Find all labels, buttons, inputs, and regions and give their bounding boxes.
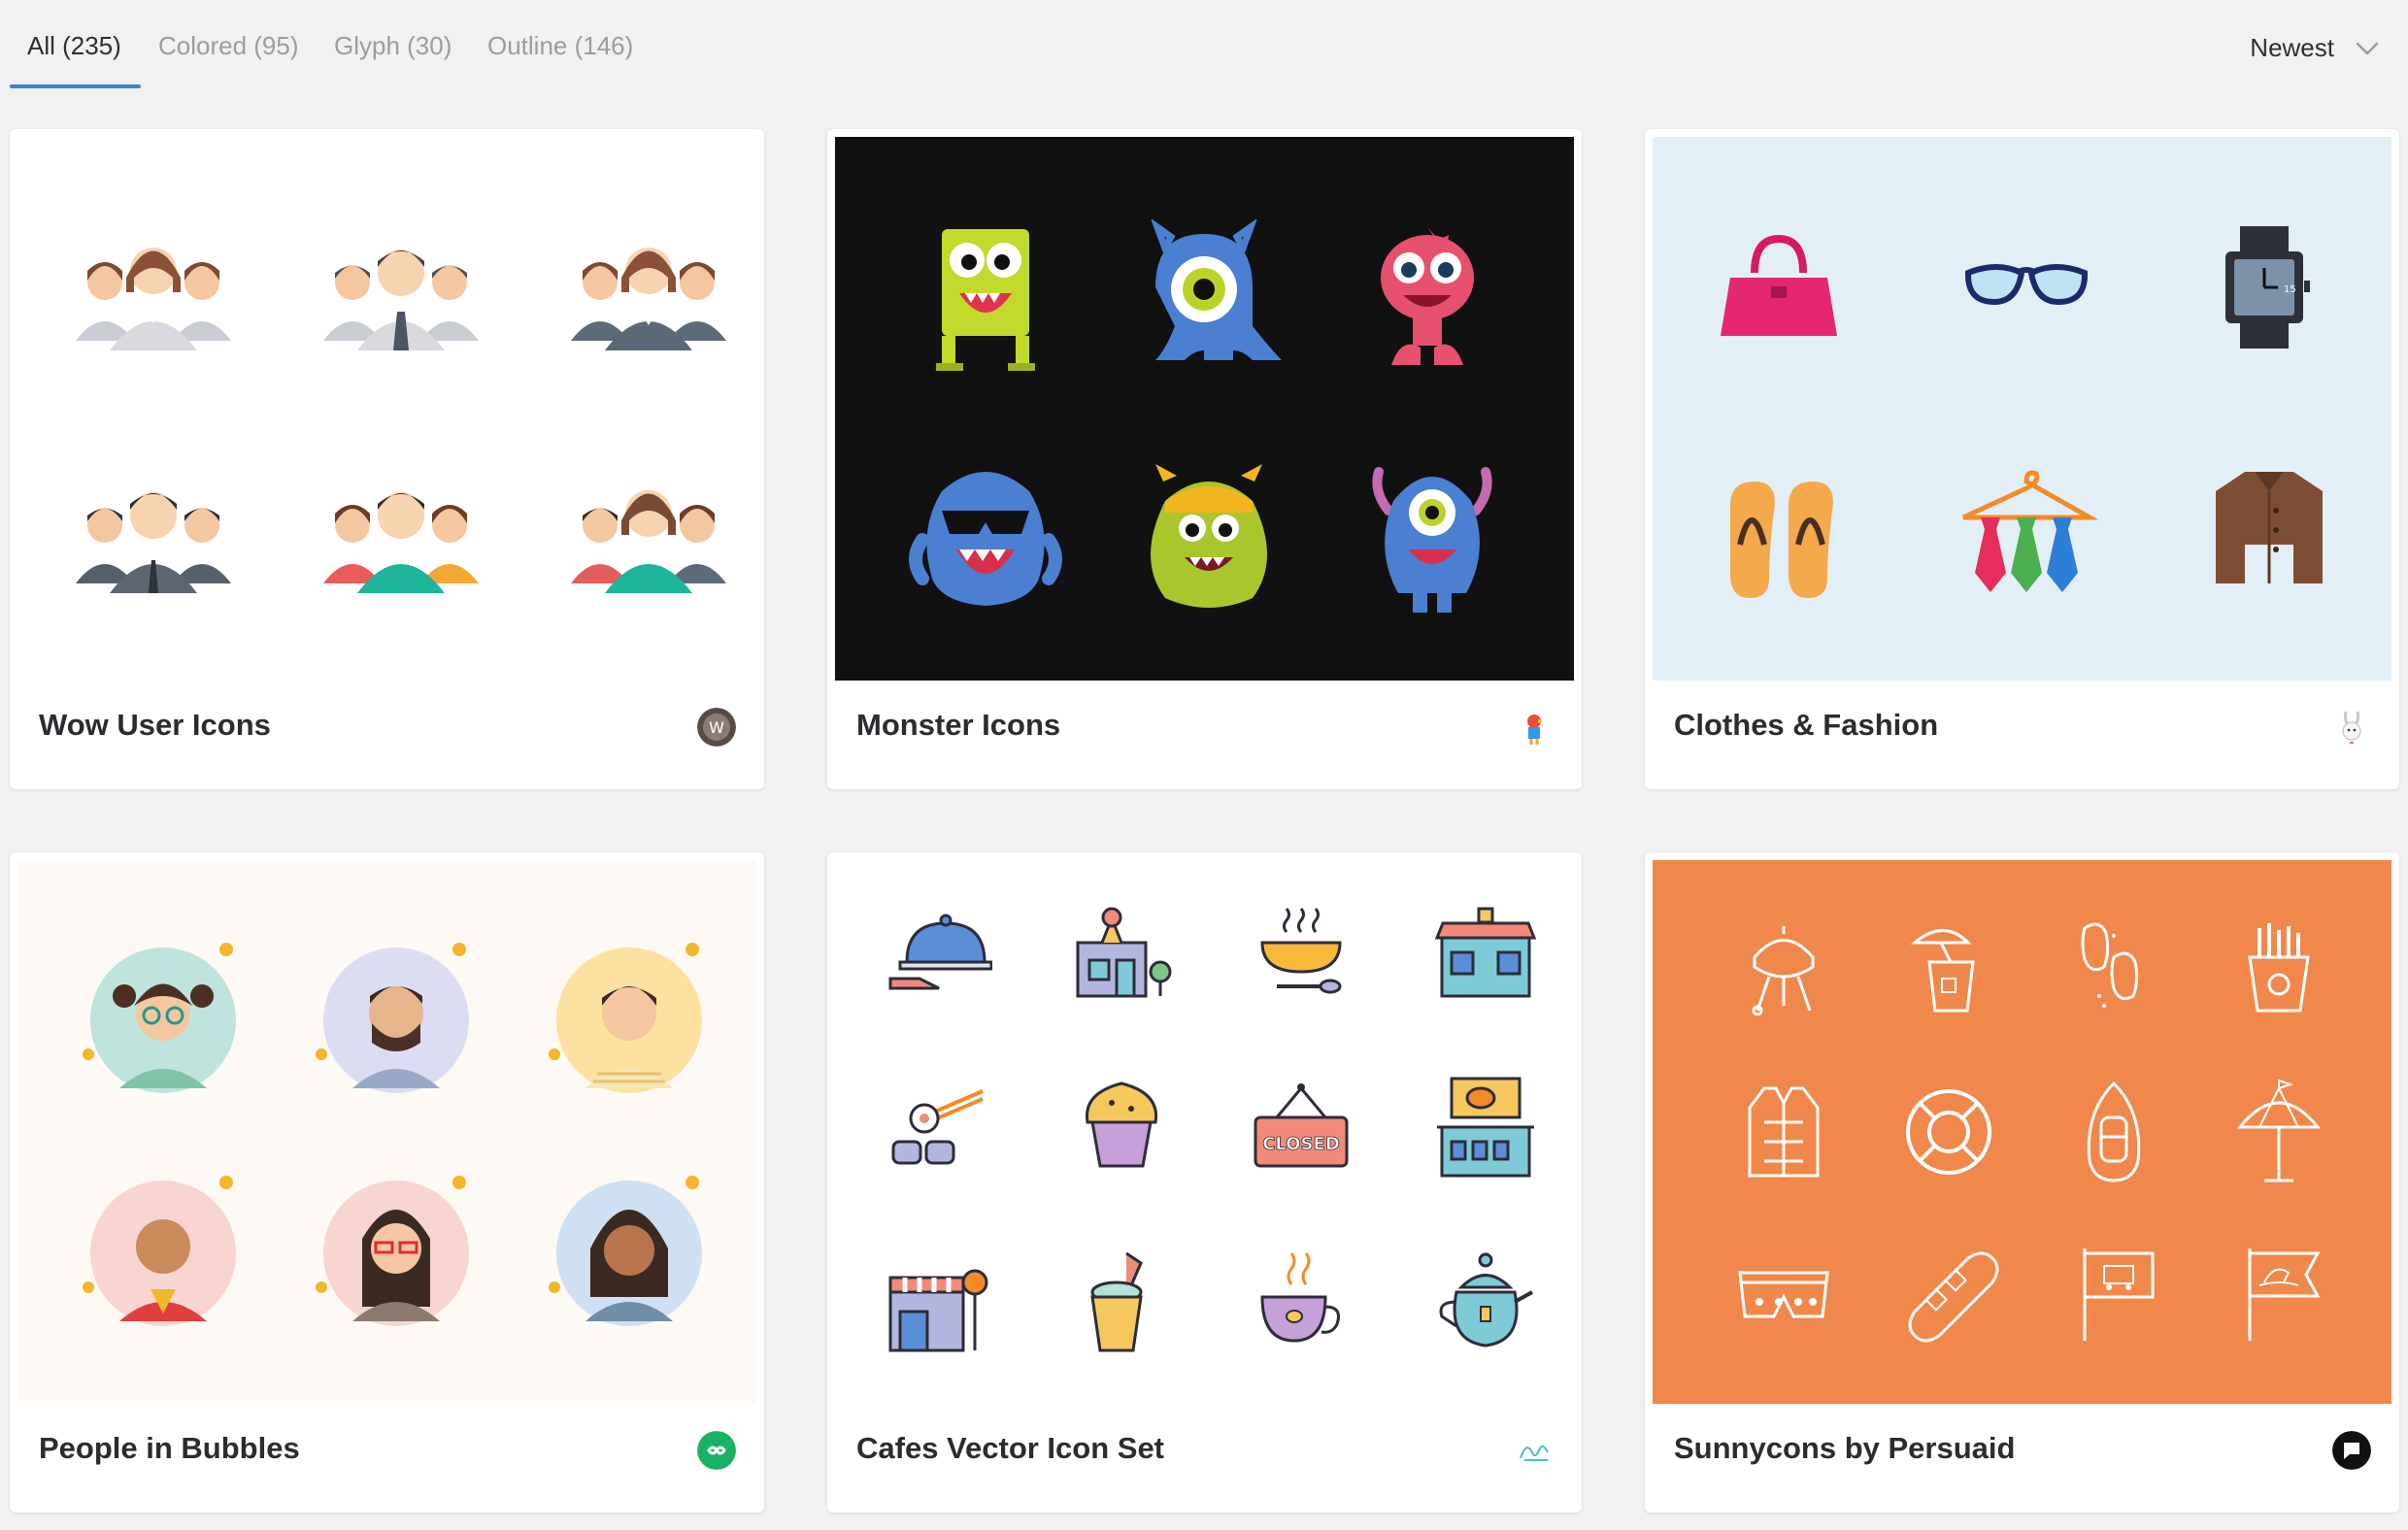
hanger-ties-icon bbox=[1961, 470, 2099, 592]
pack-title: Wow User Icons bbox=[39, 708, 271, 742]
svg-text:15: 15 bbox=[2284, 284, 2296, 295]
glasses-woman-avatar-icon bbox=[316, 1176, 469, 1326]
tab-all-label: All (235) bbox=[27, 31, 121, 60]
skateboard-icon bbox=[1908, 1251, 1999, 1343]
blue-sunglasses-monster-icon bbox=[909, 472, 1062, 606]
flag-ship-icon bbox=[2083, 1248, 2155, 1341]
business-women-icon bbox=[571, 248, 726, 350]
pack-title: Monster Icons bbox=[856, 708, 1061, 742]
pack-title: Clothes & Fashion bbox=[1674, 708, 1939, 742]
colored-team-icon bbox=[323, 492, 479, 593]
pack-card-wow-user-icons[interactable]: Wow User Icons W bbox=[10, 129, 764, 789]
flip-flops-outline-icon bbox=[2081, 922, 2139, 1008]
teapot-icon bbox=[1439, 1252, 1533, 1347]
pack-preview bbox=[1653, 860, 2391, 1404]
tab-glyph-label: Glyph (30) bbox=[334, 31, 452, 60]
swim-shorts-icon bbox=[1738, 1271, 1829, 1318]
surfboard-boat-icon bbox=[2087, 1081, 2141, 1182]
tab-glyph[interactable]: Glyph (30) bbox=[334, 31, 452, 89]
sushi-chopsticks-icon bbox=[891, 1089, 984, 1165]
men-group-icon bbox=[323, 249, 479, 350]
beach-umbrella-icon bbox=[2236, 1079, 2322, 1182]
bbq-grill-icon bbox=[1752, 926, 1815, 1015]
handbag-icon bbox=[1721, 234, 1837, 336]
lifebuoy-icon bbox=[1906, 1089, 1991, 1175]
ice-cream-shop-icon bbox=[1076, 907, 1172, 998]
tab-outline-label: Outline (146) bbox=[487, 31, 634, 60]
sort-label: Newest bbox=[2250, 33, 2334, 62]
french-fries-icon bbox=[2248, 923, 2310, 1013]
bearded-man-avatar-icon bbox=[316, 943, 469, 1093]
blue-cyclops-monster-icon bbox=[1151, 219, 1282, 360]
pack-title: People in Bubbles bbox=[39, 1431, 300, 1465]
tab-outline[interactable]: Outline (146) bbox=[487, 31, 633, 89]
pack-preview: 15 bbox=[1653, 137, 2391, 681]
svg-text:CLOSED: CLOSED bbox=[1262, 1134, 1340, 1154]
curly-hair-woman-avatar-icon bbox=[549, 1176, 702, 1326]
filter-toolbar: All (235) Colored (95) Glyph (30) Outlin… bbox=[0, 0, 2408, 89]
pack-card-sunnycons-by-persuaid[interactable]: Sunnycons by Persuaid bbox=[1645, 852, 2399, 1513]
active-tab-indicator bbox=[10, 84, 141, 88]
milkshake-icon bbox=[1090, 1251, 1143, 1352]
svg-text:W: W bbox=[709, 718, 724, 737]
pack-preview bbox=[835, 137, 1574, 681]
pack-card-clothes-fashion[interactable]: 15 Clothes & Fashion bbox=[1645, 129, 2399, 789]
signature-logo-icon[interactable] bbox=[1515, 1431, 1554, 1470]
pink-monster-icon bbox=[1381, 227, 1474, 365]
jacket-icon bbox=[2216, 472, 2323, 583]
pack-title: Sunnycons by Persuaid bbox=[1674, 1431, 2016, 1465]
rabbit-avatar-icon[interactable] bbox=[2332, 708, 2371, 747]
women-group-icon bbox=[76, 248, 231, 350]
sort-dropdown[interactable]: Newest bbox=[2250, 33, 2379, 63]
business-men-icon bbox=[76, 492, 231, 593]
infinity-badge-icon[interactable] bbox=[697, 1431, 736, 1470]
blue-horned-cyclops-icon bbox=[1372, 467, 1492, 613]
cafe-storefront-icon bbox=[1434, 907, 1537, 998]
cloche-serving-icon bbox=[888, 914, 992, 990]
life-vest-icon bbox=[1748, 1086, 1820, 1178]
pack-card-cafes-vector-icon-set[interactable]: CLOSED Cafes Vector Icon Set bbox=[827, 852, 1582, 1513]
bald-man-avatar-icon bbox=[83, 1176, 236, 1326]
coffee-cup-icon bbox=[1260, 1252, 1340, 1343]
pack-preview: CLOSED bbox=[835, 860, 1574, 1404]
green-box-monster-icon bbox=[936, 229, 1035, 371]
mixed-team-icon bbox=[571, 490, 726, 593]
tab-all[interactable]: All (235) bbox=[27, 31, 121, 89]
glasses-icon bbox=[1964, 264, 2089, 306]
tab-colored[interactable]: Colored (95) bbox=[158, 31, 299, 89]
pack-card-monster-icons[interactable]: Monster Icons bbox=[827, 129, 1582, 789]
candy-shop-icon bbox=[888, 1269, 988, 1352]
wristwatch-icon: 15 bbox=[2225, 226, 2310, 349]
pack-title: Cafes Vector Icon Set bbox=[856, 1431, 1165, 1465]
striped-shirt-man-avatar-icon bbox=[549, 943, 702, 1093]
tab-colored-label: Colored (95) bbox=[158, 31, 299, 60]
girl-avatar-icon bbox=[83, 943, 236, 1093]
pack-preview bbox=[17, 860, 756, 1404]
pack-card-people-in-bubbles[interactable]: People in Bubbles bbox=[10, 852, 764, 1513]
cocktail-drink-icon bbox=[1910, 929, 1975, 1013]
pack-preview bbox=[17, 137, 756, 681]
soup-bowl-icon bbox=[1260, 908, 1342, 994]
fried-chicken-shop-icon bbox=[1437, 1077, 1534, 1178]
flip-flops-icon bbox=[1730, 482, 1833, 598]
chevron-down-icon bbox=[2356, 42, 2379, 54]
user-badge-icon[interactable]: W bbox=[697, 708, 736, 747]
muffin-icon bbox=[1085, 1081, 1158, 1168]
yellow-horned-monster-icon bbox=[1151, 464, 1267, 608]
speech-bubble-badge-icon[interactable] bbox=[2332, 1431, 2371, 1470]
parrot-avatar-icon[interactable] bbox=[1515, 708, 1554, 747]
shark-flag-icon bbox=[2248, 1248, 2321, 1341]
closed-sign-icon: CLOSED bbox=[1254, 1083, 1349, 1168]
